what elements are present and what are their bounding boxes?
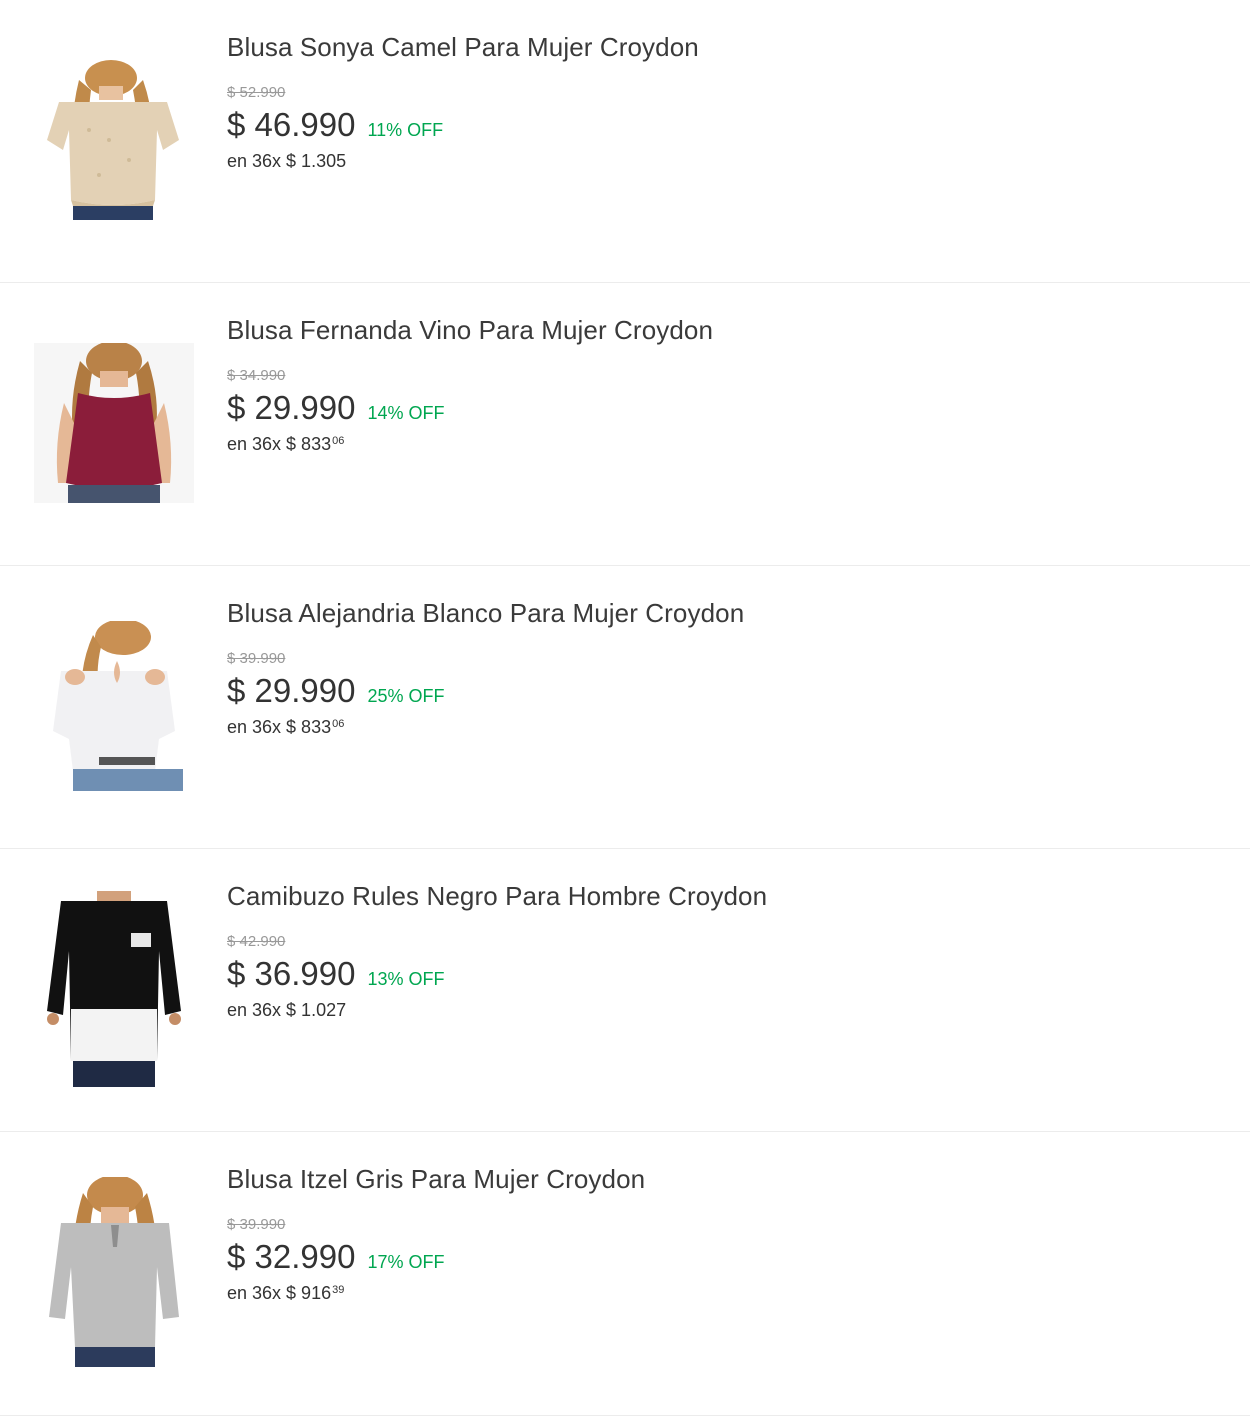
product-item[interactable]: Blusa Itzel Gris Para Mujer Croydon $ 39… <box>0 1132 1250 1415</box>
product-info: Blusa Fernanda Vino Para Mujer Croydon $… <box>227 313 1210 455</box>
current-price: $ 29.990 <box>227 672 356 709</box>
original-price: $ 42.990 <box>227 933 286 950</box>
gray-tie-neck-blouse-image-icon <box>49 1177 179 1367</box>
installments-cents: 06 <box>332 435 345 447</box>
product-title[interactable]: Blusa Fernanda Vino Para Mujer Croydon <box>227 313 1210 347</box>
price-row: $ 29.990 14% OFF <box>227 389 1210 427</box>
product-info: Blusa Itzel Gris Para Mujer Croydon $ 39… <box>227 1162 1210 1304</box>
product-info: Blusa Alejandria Blanco Para Mujer Croyd… <box>227 596 1210 738</box>
discount-badge: 13% OFF <box>367 969 445 989</box>
price-row: $ 36.990 13% OFF <box>227 955 1210 993</box>
original-price: $ 34.990 <box>227 367 286 384</box>
price-row: $ 32.990 17% OFF <box>227 1238 1210 1276</box>
product-title[interactable]: Camibuzo Rules Negro Para Hombre Croydon <box>227 879 1210 913</box>
product-image[interactable] <box>34 606 194 806</box>
installments: en 36x $ 83306 <box>227 716 1210 738</box>
installments: en 36x $ 83306 <box>227 433 1210 455</box>
installments: en 36x $ 1.027 <box>227 999 1210 1021</box>
discount-badge: 11% OFF <box>367 120 444 140</box>
product-title[interactable]: Blusa Alejandria Blanco Para Mujer Croyd… <box>227 596 1210 630</box>
product-item[interactable]: Blusa Alejandria Blanco Para Mujer Croyd… <box>0 566 1250 849</box>
installments-amount: en 36x $ 1.305 <box>227 151 347 171</box>
product-image[interactable] <box>34 40 194 240</box>
product-info: Blusa Sonya Camel Para Mujer Croydon $ 5… <box>227 30 1210 172</box>
installments: en 36x $ 1.305 <box>227 150 1210 172</box>
discount-badge: 25% OFF <box>367 686 445 706</box>
product-info: Camibuzo Rules Negro Para Hombre Croydon… <box>227 879 1210 1021</box>
original-price: $ 52.990 <box>227 84 286 101</box>
original-price: $ 39.990 <box>227 1216 286 1233</box>
current-price: $ 36.990 <box>227 955 356 992</box>
camel-lace-blouse-image-icon <box>47 60 179 220</box>
original-price: $ 39.990 <box>227 650 286 667</box>
product-item[interactable]: Blusa Sonya Camel Para Mujer Croydon $ 5… <box>0 0 1250 283</box>
discount-badge: 14% OFF <box>367 403 445 423</box>
product-item[interactable]: Blusa Fernanda Vino Para Mujer Croydon $… <box>0 283 1250 566</box>
product-item[interactable]: Camibuzo Rules Negro Para Hombre Croydon… <box>0 849 1250 1132</box>
product-title[interactable]: Blusa Sonya Camel Para Mujer Croydon <box>227 30 1210 64</box>
product-list: Blusa Sonya Camel Para Mujer Croydon $ 5… <box>0 0 1250 1416</box>
installments: en 36x $ 91639 <box>227 1282 1210 1304</box>
product-image[interactable] <box>34 323 194 523</box>
installments-cents: 06 <box>332 718 345 730</box>
price-row: $ 46.990 11% OFF <box>227 106 1210 144</box>
product-image[interactable] <box>34 1172 194 1372</box>
installments-amount: en 36x $ 833 <box>227 717 332 737</box>
product-title[interactable]: Blusa Itzel Gris Para Mujer Croydon <box>227 1162 1210 1196</box>
installments-cents: 39 <box>332 1284 345 1296</box>
current-price: $ 32.990 <box>227 1238 356 1275</box>
wine-tank-blouse-image-icon <box>34 343 194 503</box>
current-price: $ 46.990 <box>227 106 356 143</box>
black-white-longsleeve-shirt-image-icon <box>47 891 181 1087</box>
current-price: $ 29.990 <box>227 389 356 426</box>
discount-badge: 17% OFF <box>367 1252 445 1272</box>
installments-amount: en 36x $ 833 <box>227 434 332 454</box>
product-image[interactable] <box>34 889 194 1089</box>
white-cold-shoulder-blouse-image-icon <box>53 621 183 791</box>
price-row: $ 29.990 25% OFF <box>227 672 1210 710</box>
installments-amount: en 36x $ 1.027 <box>227 1000 347 1020</box>
installments-amount: en 36x $ 916 <box>227 1283 332 1303</box>
